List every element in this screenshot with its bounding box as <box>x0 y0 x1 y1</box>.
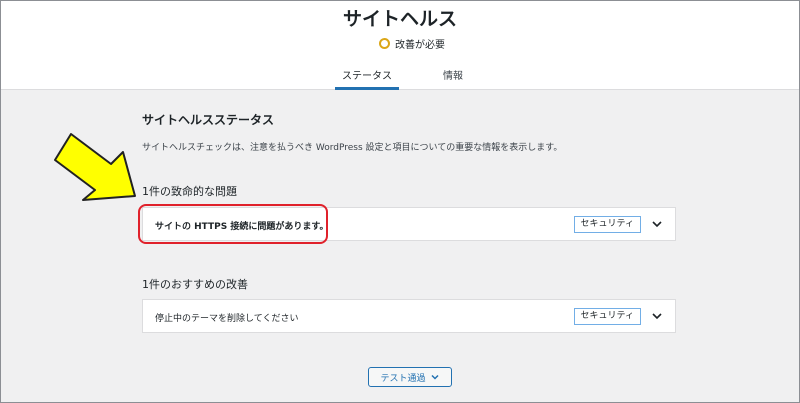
recommended-heading: 1件のおすすめの改善 <box>142 278 248 291</box>
issue-label: 停止中のテーマを削除してください <box>155 314 299 324</box>
security-badge: セキュリティ <box>573 216 641 233</box>
passed-tests-button[interactable]: テスト通過 <box>368 367 452 387</box>
passed-tests-label: テスト通過 <box>380 373 426 384</box>
pointer-arrow-icon <box>54 133 136 201</box>
chevron-down-icon[interactable] <box>651 216 663 232</box>
status-label: 改善が必要 <box>395 40 445 51</box>
page-title: サイトヘルス <box>342 8 457 30</box>
section-description: サイトヘルスチェックは、注意を払うべき WordPress 設定と項目についての… <box>142 143 563 153</box>
highlight-box <box>138 204 328 244</box>
tab-info[interactable]: 情報 <box>431 67 475 82</box>
recommended-issue-item[interactable]: 停止中のテーマを削除してください セキュリティ <box>142 299 676 333</box>
chevron-down-icon <box>430 374 439 380</box>
security-badge: セキュリティ <box>573 308 641 325</box>
tab-status[interactable]: ステータス <box>335 67 399 90</box>
critical-issues-heading: 1件の致命的な問題 <box>142 185 237 198</box>
health-status: 改善が必要 <box>379 36 445 51</box>
status-ring-icon <box>379 38 390 49</box>
section-title: サイトヘルスステータス <box>142 113 275 127</box>
chevron-down-icon[interactable] <box>651 308 663 324</box>
site-health-header: サイトヘルス 改善が必要 ステータス 情報 <box>1 1 799 90</box>
